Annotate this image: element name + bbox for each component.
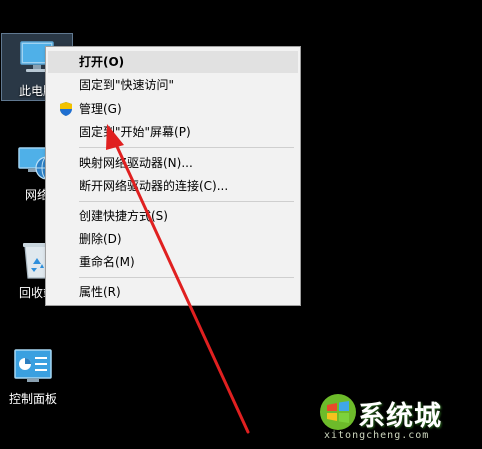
menu-separator [79,277,294,278]
control-panel-icon [14,349,52,382]
watermark: 系统城 xitongcheng.com [318,392,478,444]
menu-item-label: 删除(D) [79,232,122,246]
windows-logo-icon [320,394,356,430]
menu-item-label: 断开网络驱动器的连接(C)... [79,179,229,193]
menu-item-rename[interactable]: 重命名(M) [48,251,298,273]
menu-item-label: 属性(R) [79,285,121,299]
watermark-text: 系统城 [358,401,442,432]
menu-item-manage[interactable]: 管理(G) [48,98,298,120]
menu-item-label: 固定到"快速访问" [79,78,175,92]
menu-item-map-network-drive[interactable]: 映射网络驱动器(N)... [48,152,298,174]
menu-item-label: 映射网络驱动器(N)... [79,156,193,170]
menu-item-delete[interactable]: 删除(D) [48,228,298,250]
menu-item-open[interactable]: 打开(O) [48,51,298,73]
desktop-icon-label: 控制面板 [8,392,57,406]
menu-item-label: 固定到"开始"屏幕(P) [79,125,191,139]
menu-item-label: 重命名(M) [79,255,135,269]
menu-item-label: 管理(G) [79,102,122,116]
menu-separator [79,201,294,202]
menu-separator [79,147,294,148]
uac-shield-icon [60,102,72,116]
menu-item-label: 创建快捷方式(S) [79,209,168,223]
menu-item-create-shortcut[interactable]: 创建快捷方式(S) [48,205,298,227]
menu-item-disconnect-network-drive[interactable]: 断开网络驱动器的连接(C)... [48,175,298,197]
menu-item-pin-quick-access[interactable]: 固定到"快速访问" [48,74,298,96]
watermark-subtext: xitongcheng.com [324,430,430,441]
context-menu: 打开(O) 固定到"快速访问" 管理(G) 固定到"开始"屏幕(P) 映射网络驱… [45,46,301,306]
menu-item-pin-start[interactable]: 固定到"开始"屏幕(P) [48,121,298,143]
menu-item-properties[interactable]: 属性(R) [48,281,298,303]
menu-item-label: 打开(O) [79,55,125,69]
desktop-icon-control-panel[interactable]: 控制面板 [0,342,68,408]
